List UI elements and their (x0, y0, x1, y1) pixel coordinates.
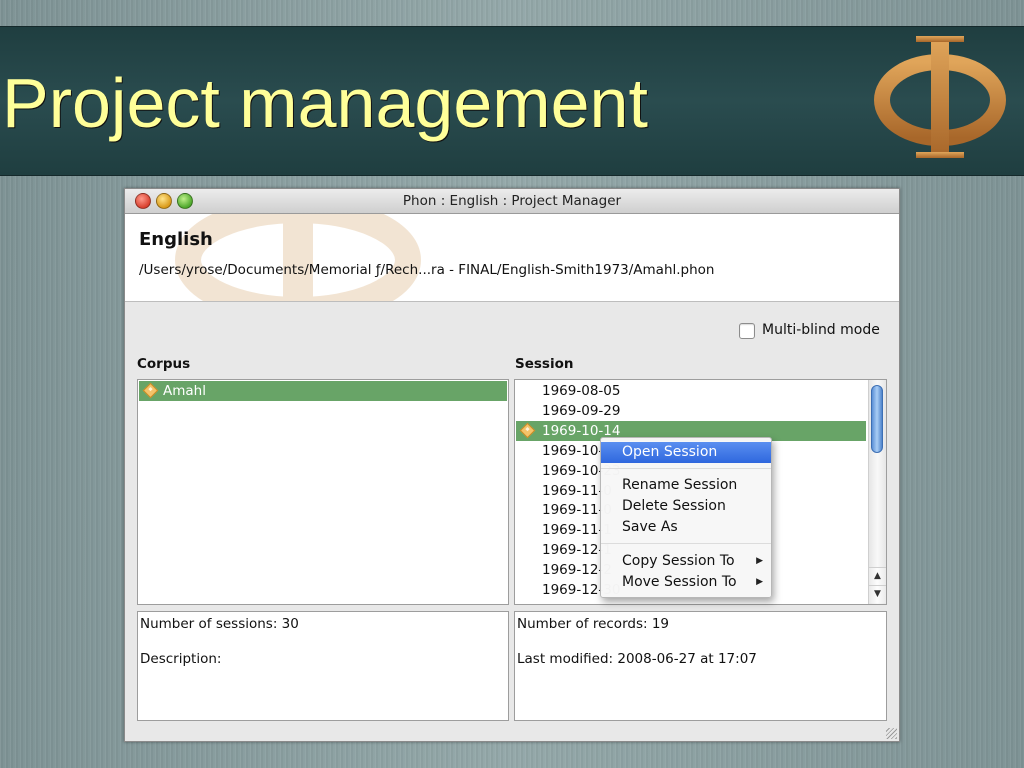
session-scrollbar[interactable]: ▲ ▼ (868, 380, 886, 604)
menu-rename-session[interactable]: Rename Session (601, 475, 771, 496)
last-modified: Last modified: 2008-06-27 at 17:07 (517, 651, 757, 667)
session-info-panel: Number of records: 19 Last modified: 200… (514, 611, 887, 721)
window-titlebar[interactable]: Phon : English : Project Manager (125, 189, 899, 214)
triangle-right-icon: ▶ (756, 556, 763, 566)
corpus-info-panel: Number of sessions: 30 Description: (137, 611, 509, 721)
scrollbar-thumb[interactable] (871, 385, 883, 453)
menu-open-session[interactable]: Open Session (601, 442, 771, 463)
resize-grip-icon[interactable] (886, 728, 897, 739)
menu-move-session-to[interactable]: Move Session To ▶ (601, 572, 771, 593)
menu-separator (601, 468, 771, 469)
session-list-item[interactable]: 1969-09-29 (516, 401, 866, 421)
session-context-menu: Open Session Rename Session Delete Sessi… (600, 437, 772, 598)
diamond-icon (142, 382, 159, 399)
project-path: /Users/yrose/Documents/Memorial ƒ/Rech..… (139, 262, 715, 278)
corpus-list-item[interactable]: Amahl (139, 381, 507, 401)
window-title: Phon : English : Project Manager (402, 193, 622, 209)
menu-save-as[interactable]: Save As (601, 517, 771, 538)
session-heading: Session (515, 356, 574, 372)
number-of-sessions: Number of sessions: 30 (140, 616, 299, 632)
diamond-icon (519, 422, 536, 439)
project-header: English /Users/yrose/Documents/Memorial … (125, 214, 899, 302)
description-label: Description: (140, 651, 222, 667)
menu-delete-session[interactable]: Delete Session (601, 496, 771, 517)
number-of-records: Number of records: 19 (517, 616, 670, 632)
multi-blind-checkbox[interactable] (739, 323, 755, 339)
scroll-down-arrow-icon[interactable]: ▼ (869, 585, 886, 603)
phi-watermark-icon (175, 214, 421, 301)
project-manager-window: Phon : English : Project Manager English… (124, 188, 900, 742)
scroll-up-arrow-icon[interactable]: ▲ (869, 567, 886, 585)
session-list-item[interactable]: 1969-08-05 (516, 381, 866, 401)
corpus-list[interactable]: Amahl (137, 379, 509, 605)
menu-separator (601, 543, 771, 544)
project-name: English (139, 229, 213, 250)
phi-symbol-icon (874, 36, 1006, 158)
triangle-right-icon: ▶ (756, 577, 763, 587)
multi-blind-label[interactable]: Multi-blind mode (762, 322, 880, 338)
menu-copy-session-to[interactable]: Copy Session To ▶ (601, 551, 771, 572)
slide-title: Project management (2, 64, 648, 142)
corpus-heading: Corpus (137, 356, 191, 372)
